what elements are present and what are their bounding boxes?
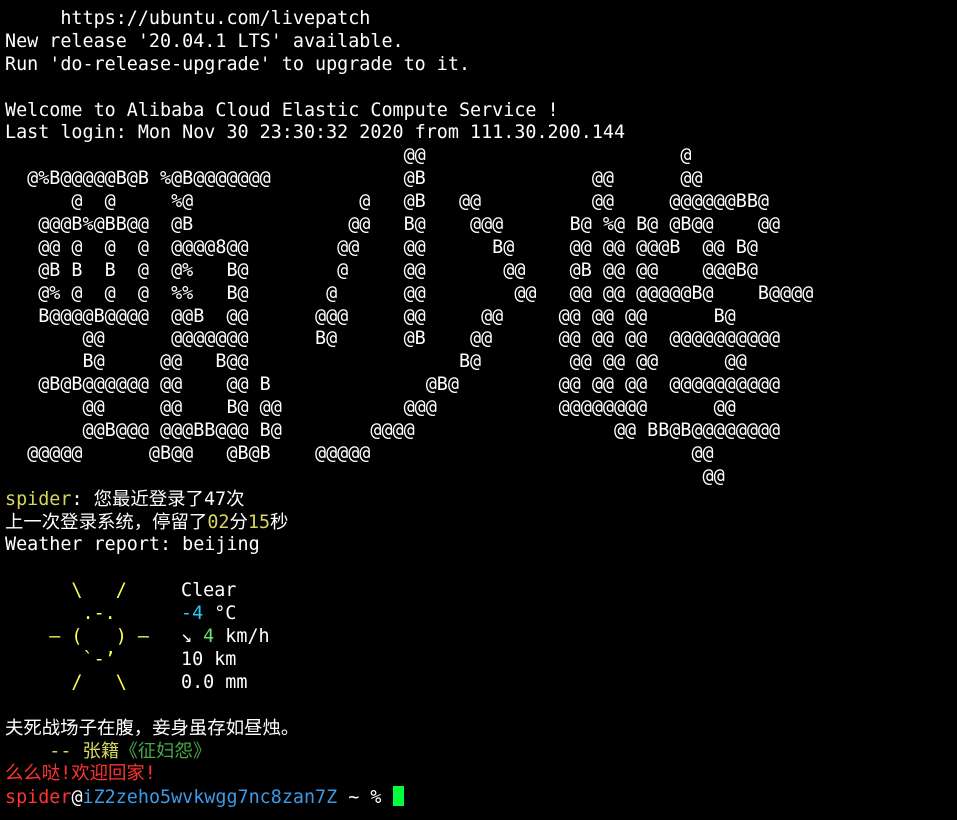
weather-condition: Clear (181, 580, 237, 602)
stay-prefix: 上一次登录系统，停留了 (5, 511, 208, 533)
ascii-art-line: @@ @ (5, 145, 692, 167)
wind-speed-unit: km/h (214, 626, 270, 648)
sun-icon-line: `-’ (5, 648, 183, 670)
weather-precipitation: 0.0 mm (181, 671, 248, 693)
ascii-art-line: @@@@@ @B@@ @B@B @@@@@ @@ (5, 442, 714, 464)
stay-seconds-unit: 秒 (270, 511, 289, 533)
poem-title: 《征妇怨》 (119, 740, 212, 762)
weather-report-label: Weather report: beijing (5, 534, 260, 556)
prompt-at: @ (71, 787, 83, 809)
prompt-host: iZ2zeho5wvkwgg7nc8zan7Z (82, 787, 338, 809)
upgrade-hint: Run 'do-release-upgrade' to upgrade to i… (5, 53, 471, 75)
poem-text: 夫死战场子在腹，妾身虽存如昼烛。 (5, 717, 300, 739)
weather-visibility: 10 km (181, 648, 237, 670)
ascii-art-line: @@ @ @ @ @@@@8@@ @@ @@ B@ @@ @@ @@@B @@ … (5, 236, 758, 258)
sun-icon-line: \ / (5, 580, 183, 602)
temperature-value: -4 (181, 603, 204, 625)
sun-icon-line: / \ (5, 671, 183, 693)
ascii-art-line: B@@@@B@@@@ @@B @@ @@@ @@ @@ @@ @@ @@ B@ (5, 305, 736, 327)
ascii-art-line: @ @ %@ @ @B @@ @@ @@@@@@BB@ (5, 191, 769, 213)
login-count-suffix: 次 (226, 488, 245, 510)
stay-minutes-unit: 分 (229, 511, 248, 533)
ascii-art-line: @B B B @ @% B@ @ @@ @@ @B @@ @@ @@@B@ (5, 259, 758, 281)
ascii-art-line: @@ @@@@@@@ B@ @B @@ @@ @@ @@ @@@@@@@@@@ (5, 328, 781, 350)
login-count-prefix: 您最近登录了 (93, 488, 204, 510)
greeting-user: spider (5, 488, 72, 510)
stay-minutes: 02 (207, 511, 230, 533)
release-notice: New release '20.04.1 LTS' available. (5, 30, 404, 52)
temperature-unit: °C (203, 603, 237, 625)
ascii-art-line: B@ @@ B@@ B@ @@ @@ @@ @@ (5, 351, 747, 373)
ascii-art-line: @@ (5, 465, 725, 487)
shell-prompt[interactable]: spider@iZ2zeho5wvkwgg7nc8zan7Z ~ % (5, 786, 957, 809)
poem-attribution: -- 张籍《征妇怨》 (5, 741, 957, 764)
ascii-art-line: @B@B@@@@@@ @@ @@ B @B@ @@ @@ @@ @@@@@@@@… (5, 374, 781, 396)
terminal-window[interactable]: https://ubuntu.com/livepatch New release… (0, 0, 957, 820)
ascii-art-line: @@ @@ B@ @@ @@@ @@@@@@@@ @@ (5, 397, 736, 419)
wind-direction-icon: ↘ (181, 626, 204, 648)
prompt-user: spider (5, 787, 72, 809)
last-login: Last login: Mon Nov 30 23:30:32 2020 fro… (5, 122, 626, 144)
sun-icon-line: ― ( ) ― (5, 626, 183, 648)
farewell-message: 么么哒!欢迎回家! (5, 763, 156, 785)
poem-author: 张籍 (82, 740, 120, 762)
weather-wind: ↘ 4 km/h (181, 626, 270, 649)
last-stay-line: 上一次登录系统，停留了02分15秒 (5, 512, 957, 535)
ascii-art-line: @@@B%@BB@@ @B @@ B@ @@@ B@ %@ B@ @B@@ @@ (5, 214, 781, 236)
ascii-art-line: @% @ @ @ %% B@ @ @@ @@ @@ @@ @@@@@B@ B@@… (5, 282, 814, 304)
sun-icon-line: .-. (5, 603, 183, 625)
welcome-message: Welcome to Alibaba Cloud Elastic Compute… (5, 99, 559, 121)
weather-widget: \ / Clear .-. -4 °C ― ( ) ― ↘ 4 km/h `-’… (5, 580, 957, 694)
stay-seconds: 15 (247, 511, 271, 533)
weather-temperature: -4 °C (181, 603, 236, 626)
text-cursor[interactable] (392, 786, 404, 807)
ascii-art-line: @%B@@@@@B@B %@B@@@@@@@ @B @@ @@ (5, 168, 703, 190)
livepatch-url: https://ubuntu.com/livepatch (5, 8, 371, 29)
greeting-separator: : (71, 488, 94, 510)
login-count-value: 47 (203, 488, 227, 510)
prompt-path: ~ (337, 787, 371, 809)
poem-dash: -- (5, 740, 83, 762)
login-count-line: spider: 您最近登录了47次 (5, 489, 957, 512)
prompt-symbol: % (370, 787, 393, 809)
ascii-art-banner: @@ @ @%B@@@@@B@B %@B@@@@@@@ @B @@ @@ @ @… (5, 145, 957, 488)
wind-speed-value: 4 (203, 626, 215, 648)
ascii-art-line: @@B@@@ @@@BB@@@ B@ @@@@ @@ BB@B@@@@@@@@ (5, 420, 781, 442)
